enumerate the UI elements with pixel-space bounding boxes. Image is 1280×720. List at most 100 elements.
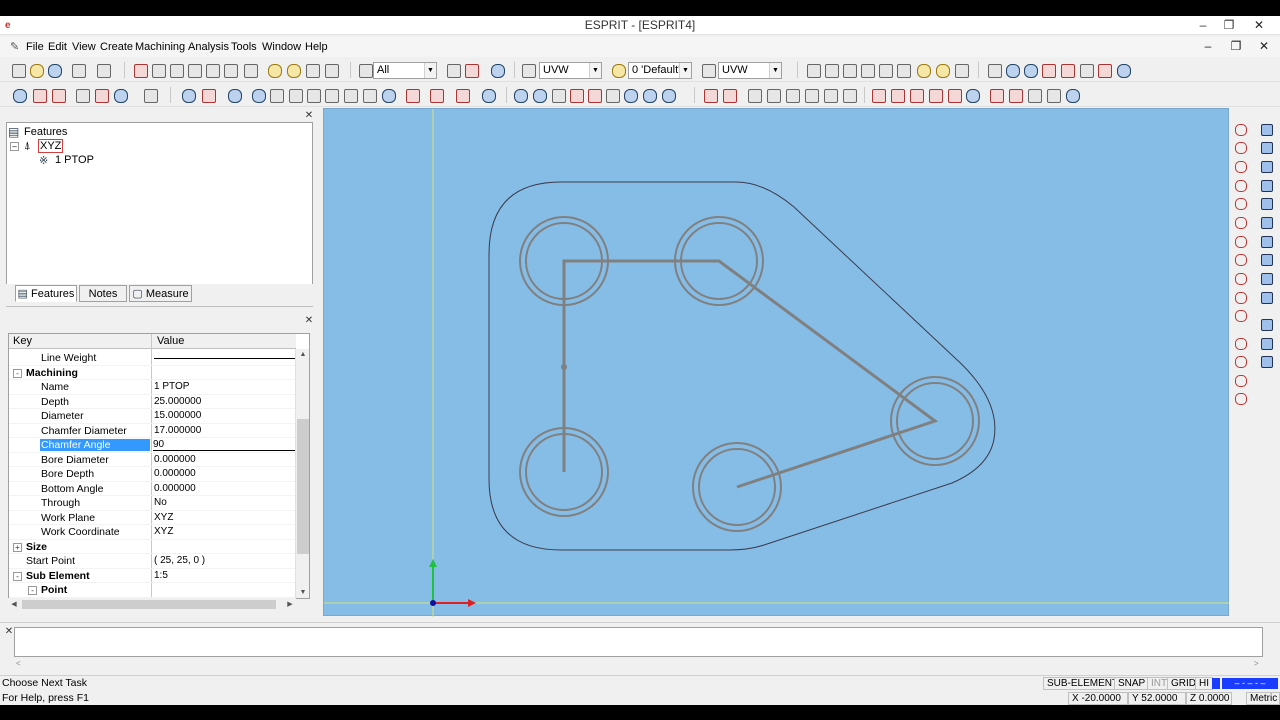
close-icon[interactable]: ✕ <box>304 111 314 121</box>
fillet-icon[interactable] <box>454 87 470 103</box>
property-row-bore-diameter[interactable]: Bore Diameter 0.000000 <box>9 453 296 467</box>
property-row-sub-element[interactable]: - Sub Element 1:5 <box>9 569 296 583</box>
stop-simulation-icon[interactable] <box>721 87 737 103</box>
line-icon[interactable] <box>822 87 838 103</box>
minimize-button[interactable]: – <box>1192 16 1214 34</box>
stock-icon[interactable] <box>142 87 158 103</box>
tree-item-ptop[interactable]: 1 PTOP <box>55 154 94 166</box>
graphics-viewport[interactable] <box>323 108 1230 617</box>
zoom-in-icon[interactable] <box>150 62 166 78</box>
splitter[interactable] <box>6 306 313 307</box>
circle-2pt-icon[interactable] <box>1233 215 1247 229</box>
hi-toggle[interactable]: HI <box>1195 677 1213 690</box>
circle-3pt-icon[interactable] <box>1233 234 1247 248</box>
workplane-combo[interactable]: UVW ▼ <box>539 62 602 79</box>
menu-help[interactable]: Help <box>305 41 328 53</box>
scroll-up-icon[interactable]: ▲ <box>297 349 309 361</box>
property-row-diameter[interactable]: Diameter 15.000000 <box>9 409 296 424</box>
hscroll-thumb[interactable] <box>22 600 276 609</box>
cylinder-icon[interactable] <box>268 87 284 103</box>
drill-icon[interactable] <box>870 87 886 103</box>
close-icon[interactable]: ✕ <box>4 627 14 637</box>
pattern-icon[interactable] <box>74 87 90 103</box>
transform-icon[interactable] <box>512 87 528 103</box>
feature-icon[interactable] <box>11 87 27 103</box>
mdi-close-button[interactable]: ✕ <box>1255 39 1273 55</box>
workcoordinate-combo[interactable]: UVW ▼ <box>718 62 782 79</box>
arc-icon[interactable] <box>180 87 196 103</box>
vertical-scrollbar[interactable]: ▲ ▼ <box>295 349 309 598</box>
toolpath-icon[interactable] <box>784 87 800 103</box>
properties-icon[interactable] <box>1004 62 1020 78</box>
copy-rotate-icon[interactable] <box>531 87 547 103</box>
close-button[interactable]: ✕ <box>1248 16 1270 34</box>
swept-surface-icon[interactable] <box>1259 178 1273 192</box>
pt-feature-icon[interactable] <box>93 87 109 103</box>
project-icon[interactable] <box>660 87 676 103</box>
view-right-icon[interactable] <box>895 62 911 78</box>
menu-machining[interactable]: Machining <box>135 41 185 53</box>
move-icon[interactable] <box>242 62 258 78</box>
menu-window[interactable]: Window <box>262 41 301 53</box>
property-row-line-weight[interactable]: Line Weight <box>9 351 296 366</box>
close-icon[interactable]: ✕ <box>304 316 314 326</box>
mdi-restore-button[interactable]: ❐ <box>1227 39 1245 55</box>
property-row-depth[interactable]: Depth 25.000000 <box>9 395 296 409</box>
snap-toggle[interactable]: SNAP <box>1114 677 1150 690</box>
trim-icon[interactable] <box>404 87 420 103</box>
layer-icon[interactable] <box>610 62 626 78</box>
property-row-bore-depth[interactable]: Bore Depth 0.000000 <box>9 467 296 482</box>
layers-icon[interactable] <box>1078 62 1094 78</box>
property-row-size[interactable]: + Size <box>9 540 296 554</box>
view-iso-icon[interactable] <box>915 62 931 78</box>
array-icon[interactable] <box>622 87 638 103</box>
workcoordinate-icon[interactable] <box>700 62 716 78</box>
thread-icon[interactable] <box>927 87 943 103</box>
menu-analysis[interactable]: Analysis <box>188 41 229 53</box>
collapse-icon[interactable]: - <box>28 586 37 595</box>
revolve-icon[interactable] <box>361 87 377 103</box>
menu-edit[interactable]: Edit <box>48 41 67 53</box>
contour-icon[interactable] <box>889 87 905 103</box>
command-input[interactable] <box>14 627 1263 657</box>
property-row-through[interactable]: Through No <box>9 496 296 511</box>
property-row-name[interactable]: Name 1 PTOP <box>9 380 296 395</box>
collapse-icon[interactable]: - <box>13 571 22 581</box>
fillet-surface-icon[interactable] <box>1259 271 1273 285</box>
redo-icon[interactable] <box>463 62 479 78</box>
property-row-start-point[interactable]: Start Point ( 25, 25, 0 ) <box>9 554 296 569</box>
scroll-left-icon[interactable]: < <box>16 659 21 668</box>
operation-icon[interactable] <box>803 87 819 103</box>
expand-icon[interactable]: + <box>13 542 22 552</box>
tab-features[interactable]: ▤ Features <box>15 285 77 302</box>
cutoff-icon[interactable] <box>1026 87 1042 103</box>
undo-icon[interactable] <box>445 62 461 78</box>
menu-view[interactable]: View <box>72 41 96 53</box>
pocket-icon[interactable] <box>50 87 66 103</box>
ruled-surface-icon[interactable] <box>1259 140 1273 154</box>
tangent-icon[interactable] <box>1233 354 1247 368</box>
solid-icon[interactable] <box>285 62 301 78</box>
loft-surface-icon[interactable] <box>1259 196 1273 210</box>
polyline-icon[interactable] <box>841 87 857 103</box>
torus-icon[interactable] <box>1259 336 1273 350</box>
circle-icon[interactable] <box>200 87 216 103</box>
tool-icon[interactable] <box>765 87 781 103</box>
sphere-solid-icon[interactable] <box>305 87 321 103</box>
scale-icon[interactable] <box>586 87 602 103</box>
print-icon[interactable] <box>70 62 86 78</box>
arc-3pt-icon[interactable] <box>1233 252 1247 266</box>
menu-file[interactable]: File <box>26 41 44 53</box>
line-tool-icon[interactable] <box>1233 159 1247 173</box>
sphere-icon[interactable] <box>1022 62 1038 78</box>
book-icon[interactable] <box>1096 62 1112 78</box>
hatch-icon[interactable] <box>1233 336 1247 350</box>
zoom-icon[interactable] <box>168 62 184 78</box>
view-left-icon[interactable] <box>877 62 893 78</box>
scroll-down-icon[interactable]: ▼ <box>297 587 309 598</box>
wedge-icon[interactable] <box>323 87 339 103</box>
sweep-icon[interactable] <box>1259 354 1273 368</box>
property-row-point[interactable]: - Point <box>9 583 296 598</box>
view-top-icon[interactable] <box>841 62 857 78</box>
offset-curve-icon[interactable] <box>1233 290 1247 304</box>
